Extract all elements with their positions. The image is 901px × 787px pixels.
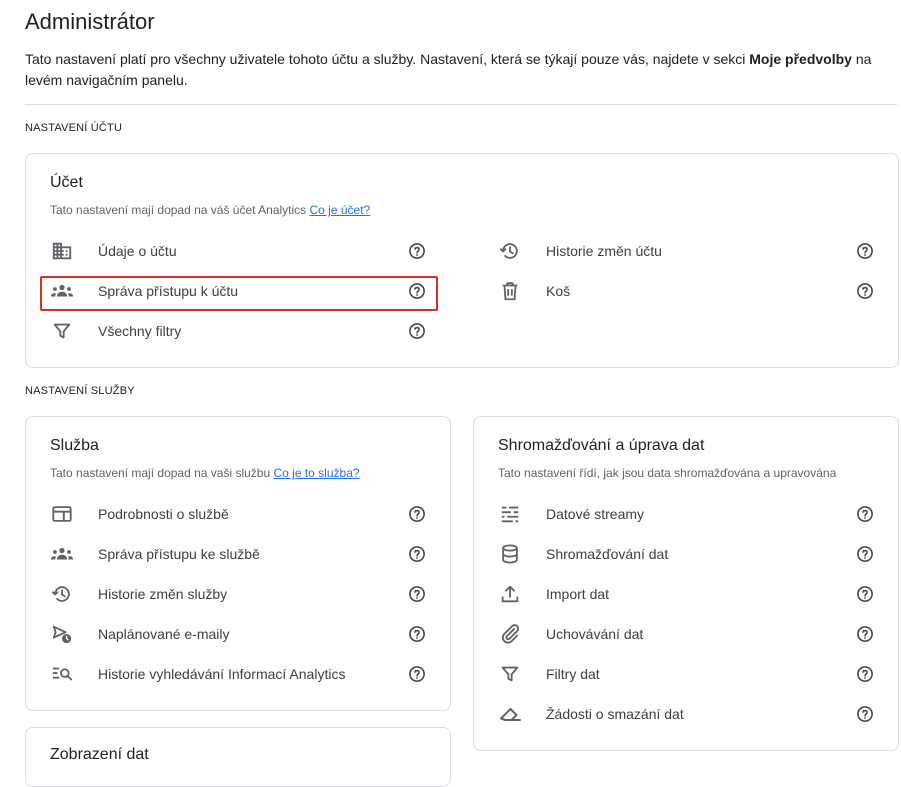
data-item-data-import[interactable]: Import dat: [498, 574, 878, 614]
data-collection-card-title: Shromažďování a úprava dat: [498, 437, 705, 454]
property-item-label: Historie vyhledávání Informací Analytics: [98, 666, 346, 682]
people-icon: [50, 542, 74, 566]
section-label-account: NASTAVENÍ ÚČTU: [25, 122, 123, 134]
database-icon: [498, 542, 522, 566]
data-streams-icon: [498, 502, 522, 526]
account-desc-text: Tato nastavení mají dopad na váš účet An…: [50, 203, 310, 217]
help-icon[interactable]: [856, 665, 874, 683]
help-icon[interactable]: [856, 545, 874, 563]
help-icon[interactable]: [408, 242, 426, 260]
filter-icon: [50, 319, 74, 343]
account-card-title: Účet: [50, 174, 83, 191]
section-label-property: NASTAVENÍ SLUŽBY: [25, 385, 135, 397]
data-item-label: Uchovávání dat: [546, 626, 644, 642]
upload-icon: [498, 582, 522, 606]
property-item-access-management[interactable]: Správa přístupu ke službě: [50, 534, 430, 574]
data-item-data-collection[interactable]: Shromažďování dat: [498, 534, 878, 574]
scheduled-email-icon: [50, 622, 74, 646]
people-icon: [50, 279, 74, 303]
account-item-label: Koš: [546, 283, 571, 299]
account-item-label: Údaje o účtu: [98, 243, 177, 259]
what-is-account-link[interactable]: Co je účet?: [310, 203, 371, 217]
property-card: Služba Tato nastavení mají dopad na vaši…: [25, 416, 451, 711]
account-item-change-history[interactable]: Historie změn účtu: [498, 231, 878, 271]
trash-icon: [498, 279, 522, 303]
property-desc-text: Tato nastavení mají dopad na vaši službu: [50, 466, 274, 480]
property-card-description: Tato nastavení mají dopad na vaši službu…: [50, 466, 360, 480]
help-icon[interactable]: [856, 282, 874, 300]
intro-text-start: Tato nastavení platí pro všechny uživate…: [25, 51, 750, 67]
help-icon[interactable]: [856, 625, 874, 643]
account-item-label: Všechny filtry: [98, 323, 182, 339]
history-icon: [498, 239, 522, 263]
help-icon[interactable]: [408, 505, 426, 523]
search-history-icon: [50, 662, 74, 686]
data-item-data-streams[interactable]: Datové streamy: [498, 494, 878, 534]
property-details-icon: [50, 502, 74, 526]
account-item-trash[interactable]: Koš: [498, 271, 878, 311]
property-item-search-history[interactable]: Historie vyhledávání Informací Analytics: [50, 654, 430, 694]
account-card-description: Tato nastavení mají dopad na váš účet An…: [50, 203, 370, 217]
help-icon[interactable]: [856, 585, 874, 603]
page-intro: Tato nastavení platí pro všechny uživate…: [25, 49, 897, 91]
data-item-label: Import dat: [546, 586, 610, 602]
data-item-label: Shromažďování dat: [546, 546, 669, 562]
header-divider: [25, 104, 897, 105]
data-item-label: Datové streamy: [546, 506, 645, 522]
account-card: Účet Tato nastavení mají dopad na váš úč…: [25, 153, 899, 368]
filter-icon: [498, 662, 522, 686]
account-item-label: Historie změn účtu: [546, 243, 662, 259]
data-collection-card: Shromažďování a úprava dat Tato nastaven…: [473, 416, 899, 751]
account-item-label: Správa přístupu k účtu: [98, 283, 239, 299]
page-title: Administrátor: [25, 9, 155, 34]
property-item-label: Historie změn služby: [98, 586, 228, 602]
help-icon[interactable]: [856, 705, 874, 723]
help-icon[interactable]: [408, 585, 426, 603]
what-is-property-link[interactable]: Co je to služba?: [273, 466, 359, 480]
help-icon[interactable]: [408, 625, 426, 643]
property-card-title: Služba: [50, 437, 99, 454]
account-item-access-management[interactable]: Správa přístupu k účtu: [50, 271, 430, 311]
property-item-label: Správa přístupu ke službě: [98, 546, 260, 562]
data-display-card-title: Zobrazení dat: [50, 746, 149, 763]
data-item-deletion-requests[interactable]: Žádosti o smazání dat: [498, 694, 878, 734]
account-item-account-details[interactable]: Údaje o účtu: [50, 231, 430, 271]
data-collection-card-description: Tato nastavení řídí, jak jsou data shrom…: [498, 466, 837, 480]
history-icon: [50, 582, 74, 606]
property-item-label: Podrobnosti o službě: [98, 506, 229, 522]
help-icon[interactable]: [408, 665, 426, 683]
data-item-data-retention[interactable]: Uchovávání dat: [498, 614, 878, 654]
account-item-all-filters[interactable]: Všechny filtry: [50, 311, 430, 351]
help-icon[interactable]: [856, 505, 874, 523]
data-item-label: Žádosti o smazání dat: [546, 706, 684, 722]
help-icon[interactable]: [856, 242, 874, 260]
help-icon[interactable]: [408, 545, 426, 563]
property-item-change-history[interactable]: Historie změn služby: [50, 574, 430, 614]
attachment-icon: [498, 622, 522, 646]
help-icon[interactable]: [408, 282, 426, 300]
property-item-label: Naplánované e-maily: [98, 626, 230, 642]
building-icon: [50, 239, 74, 263]
property-item-scheduled-emails[interactable]: Naplánované e-maily: [50, 614, 430, 654]
property-item-details[interactable]: Podrobnosti o službě: [50, 494, 430, 534]
intro-link-my-preferences: Moje předvolby: [749, 51, 852, 67]
data-display-card: Zobrazení dat: [25, 727, 451, 787]
data-item-data-filters[interactable]: Filtry dat: [498, 654, 878, 694]
eraser-icon: [498, 702, 522, 726]
help-icon[interactable]: [408, 322, 426, 340]
data-item-label: Filtry dat: [546, 666, 600, 682]
